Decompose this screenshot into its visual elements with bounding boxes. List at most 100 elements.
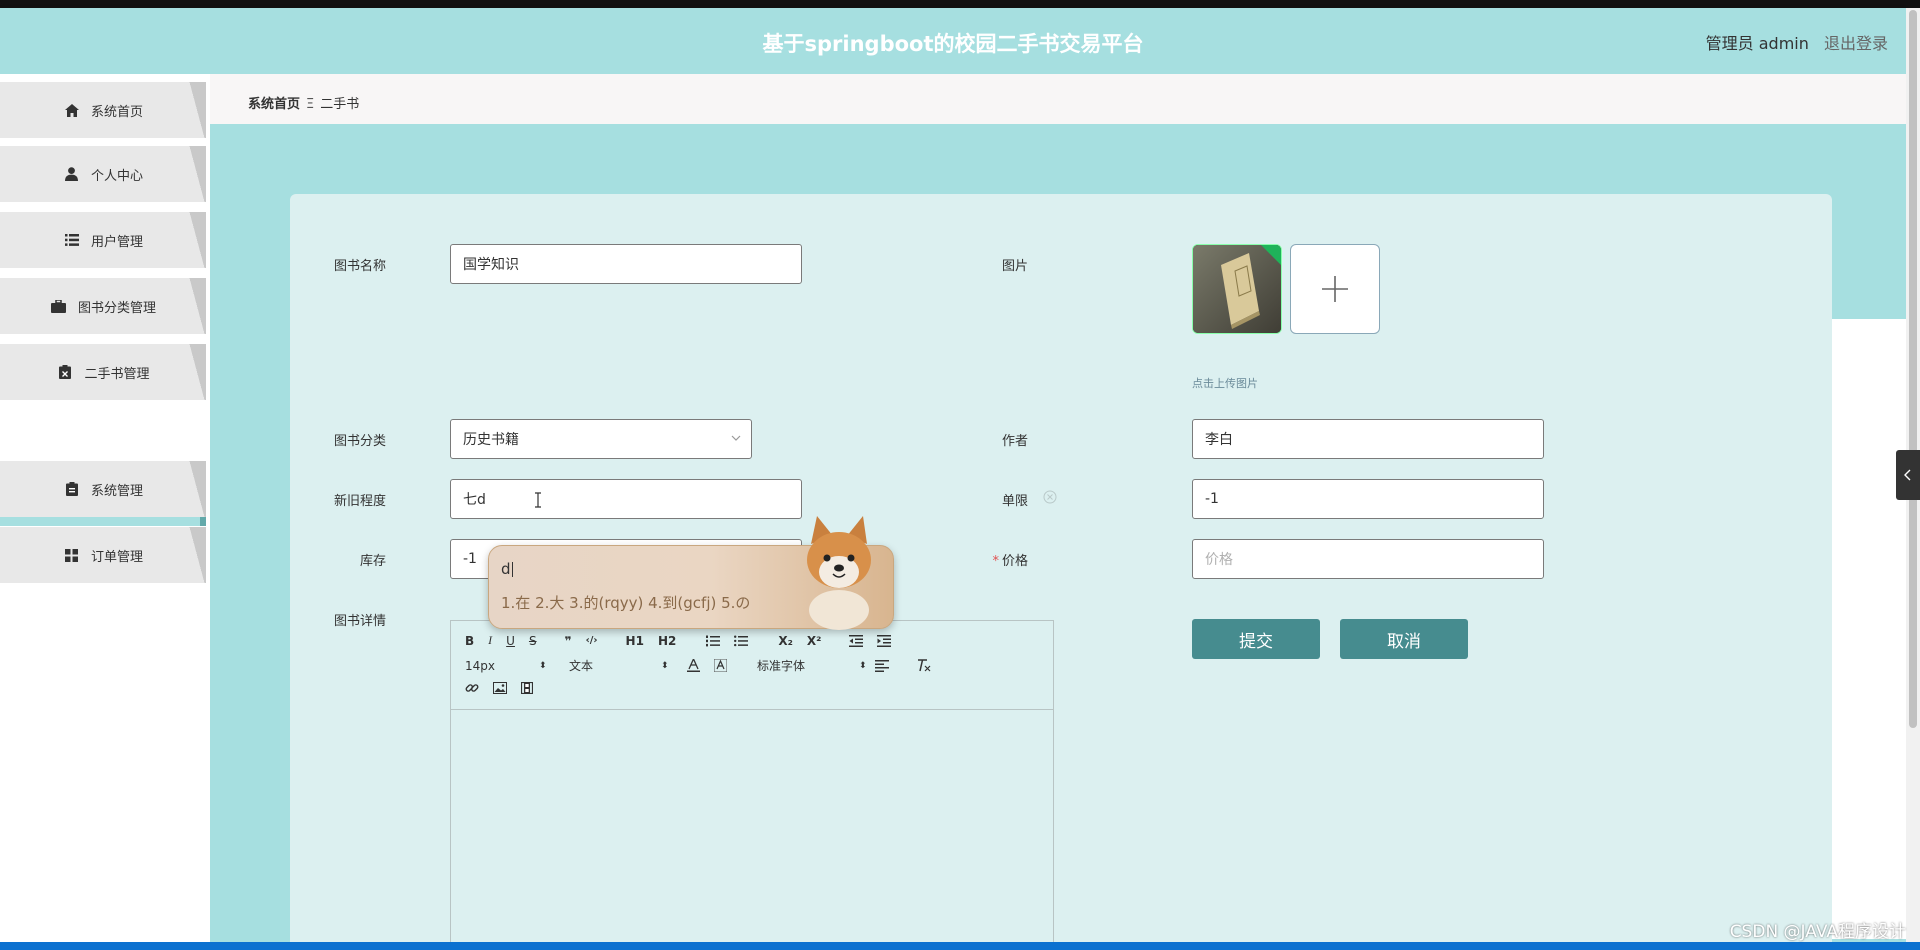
category-value: 历史书籍 (463, 432, 519, 448)
font-family-value: 标准字体 (757, 659, 806, 673)
indent-icon[interactable] (877, 634, 892, 647)
grid-icon (63, 547, 81, 563)
editor-content-area[interactable] (451, 709, 1053, 942)
user-area: 管理员 admin 退出登录 (1706, 30, 1888, 54)
submit-button[interactable]: 提交 (1192, 619, 1320, 659)
user-label: 管理员 admin (1705, 34, 1809, 53)
upload-image-button[interactable] (1290, 244, 1380, 334)
updown-arrow-icon: ⬍ (661, 660, 669, 671)
limit-input[interactable]: -1 (1192, 479, 1544, 519)
app-title: 基于springboot的校园二手书交易平台 (762, 32, 1144, 56)
watermark: CSDN @JAVA程序设计 (1729, 922, 1906, 942)
chevron-down-icon (731, 435, 741, 441)
category-label: 图书分类 (333, 434, 386, 449)
text-type-select[interactable]: 文本 ⬍ (569, 657, 673, 674)
code-button[interactable]: ‹/› (586, 635, 598, 646)
clipboard-icon (63, 481, 81, 497)
scrollbar-thumb[interactable] (1909, 10, 1917, 728)
sidebar-item-home[interactable]: 系统首页 (0, 82, 206, 138)
italic-button[interactable]: I (488, 633, 492, 648)
breadcrumb-separator: Ξ (306, 97, 315, 112)
updown-arrow-icon: ⬍ (859, 660, 867, 671)
font-family-select[interactable]: 标准字体 ⬍ (757, 657, 867, 674)
chevron-left-icon (1904, 469, 1911, 481)
font-color-icon[interactable] (687, 659, 700, 672)
font-size-select[interactable]: 14px ⬍ (465, 659, 549, 673)
taskbar-edge (0, 942, 1920, 950)
required-mark: * (992, 554, 999, 569)
list-icon (63, 232, 81, 248)
editor-toolbar-row-1: B I U S ❞ ‹/› H1 H2 X₂ X² (465, 633, 905, 648)
subscript-button[interactable]: X₂ (778, 634, 793, 648)
sidebar-item-label: 图书分类管理 (77, 300, 156, 316)
author-label: 作者 (1001, 434, 1028, 449)
price-label-text: 价格 (1001, 554, 1028, 569)
main-content: 系统首页 Ξ 二手书 图书名称 国学知识 图书分类 历史书籍 新旧程度 七d 库存 … (210, 74, 1906, 942)
sidebar-item-profile[interactable]: 个人中心 (0, 146, 206, 202)
superscript-button[interactable]: X² (807, 634, 822, 648)
caret (511, 562, 513, 577)
details-label: 图书详情 (333, 614, 386, 629)
sidebar-item-label: 系统管理 (90, 483, 143, 499)
clipboard-icon (56, 364, 74, 380)
category-select[interactable]: 历史书籍 (450, 419, 752, 459)
sidebar-item-book-category[interactable]: 图书分类管理 (0, 278, 206, 334)
outdent-icon[interactable] (849, 634, 864, 647)
book-name-input[interactable]: 国学知识 (450, 244, 802, 284)
book-cover-image (1193, 245, 1281, 333)
breadcrumb-home[interactable]: 系统首页 (248, 97, 300, 112)
text-cursor-icon (535, 492, 541, 508)
logout-link[interactable]: 退出登录 (1824, 34, 1888, 53)
clear-format-icon[interactable] (917, 659, 931, 672)
ime-candidates[interactable]: 1.在 2.大 3.的(rqyy) 4.到(gcfj) 5.の (501, 592, 750, 613)
condition-label: 新旧程度 (333, 494, 386, 509)
ordered-list-icon[interactable] (706, 635, 721, 647)
heading2-button[interactable]: H2 (658, 634, 676, 648)
home-icon (63, 102, 81, 118)
window-top-edge (0, 0, 1920, 8)
cancel-button[interactable]: 取消 (1340, 619, 1468, 659)
sidebar-item-label: 个人中心 (90, 168, 143, 184)
sidebar-item-orders[interactable]: 订单管理 (0, 527, 206, 583)
sidebar-item-system[interactable]: 系统管理 (0, 461, 206, 517)
align-icon[interactable] (875, 659, 889, 672)
sidebar: 系统首页 个人中心 用户管理 图书分类管理 二手书管理 二手书 系统管理 (0, 74, 210, 942)
strikethrough-button[interactable]: S (529, 634, 537, 648)
breadcrumb: 系统首页 Ξ 二手书 (248, 93, 359, 112)
blockquote-button[interactable]: ❞ (565, 634, 572, 648)
shiba-dog-mascot-icon (807, 516, 871, 630)
sidebar-item-secondhand-books[interactable]: 二手书管理 (0, 344, 206, 400)
condition-value: 七d (463, 492, 486, 508)
video-icon[interactable] (521, 682, 533, 694)
bold-button[interactable]: B (465, 634, 474, 648)
clear-circle-icon[interactable] (1043, 490, 1057, 504)
price-input[interactable]: 价格 (1192, 539, 1544, 579)
font-size-value: 14px (465, 658, 495, 673)
sidebar-item-label: 订单管理 (90, 549, 143, 565)
book-name-label: 图书名称 (333, 259, 386, 274)
collapse-panel-tab[interactable] (1896, 450, 1920, 500)
text-type-value: 文本 (569, 659, 594, 673)
image-label: 图片 (1001, 259, 1028, 274)
editor-toolbar-row-2: 14px ⬍ 文本 ⬍ 标准字体 ⬍ (465, 657, 945, 674)
sidebar-item-label: 系统首页 (90, 104, 143, 120)
author-input[interactable]: 李白 (1192, 419, 1544, 459)
ime-candidate-popup: d 1.在 2.大 3.的(rqyy) 4.到(gcfj) 5.の (488, 516, 894, 630)
briefcase-icon (50, 298, 68, 314)
sidebar-item-label: 二手书管理 (84, 366, 150, 382)
heading1-button[interactable]: H1 (626, 634, 644, 648)
sidebar-item-users[interactable]: 用户管理 (0, 212, 206, 268)
breadcrumb-bar: 系统首页 Ξ 二手书 (210, 74, 1906, 124)
plus-icon (1322, 276, 1348, 302)
limit-label: 单限 (1001, 494, 1028, 509)
condition-input[interactable]: 七d (450, 479, 802, 519)
price-label: * 价格 (938, 550, 1028, 569)
book-cover-thumbnail[interactable] (1192, 244, 1282, 334)
bullet-list-icon[interactable] (734, 635, 749, 647)
underline-button[interactable]: U (506, 634, 515, 648)
background-color-icon[interactable] (714, 659, 727, 672)
user-icon (63, 166, 81, 182)
app-header: 基于springboot的校园二手书交易平台 管理员 admin 退出登录 (0, 8, 1906, 74)
image-icon[interactable] (493, 682, 507, 694)
link-icon[interactable] (465, 681, 479, 695)
